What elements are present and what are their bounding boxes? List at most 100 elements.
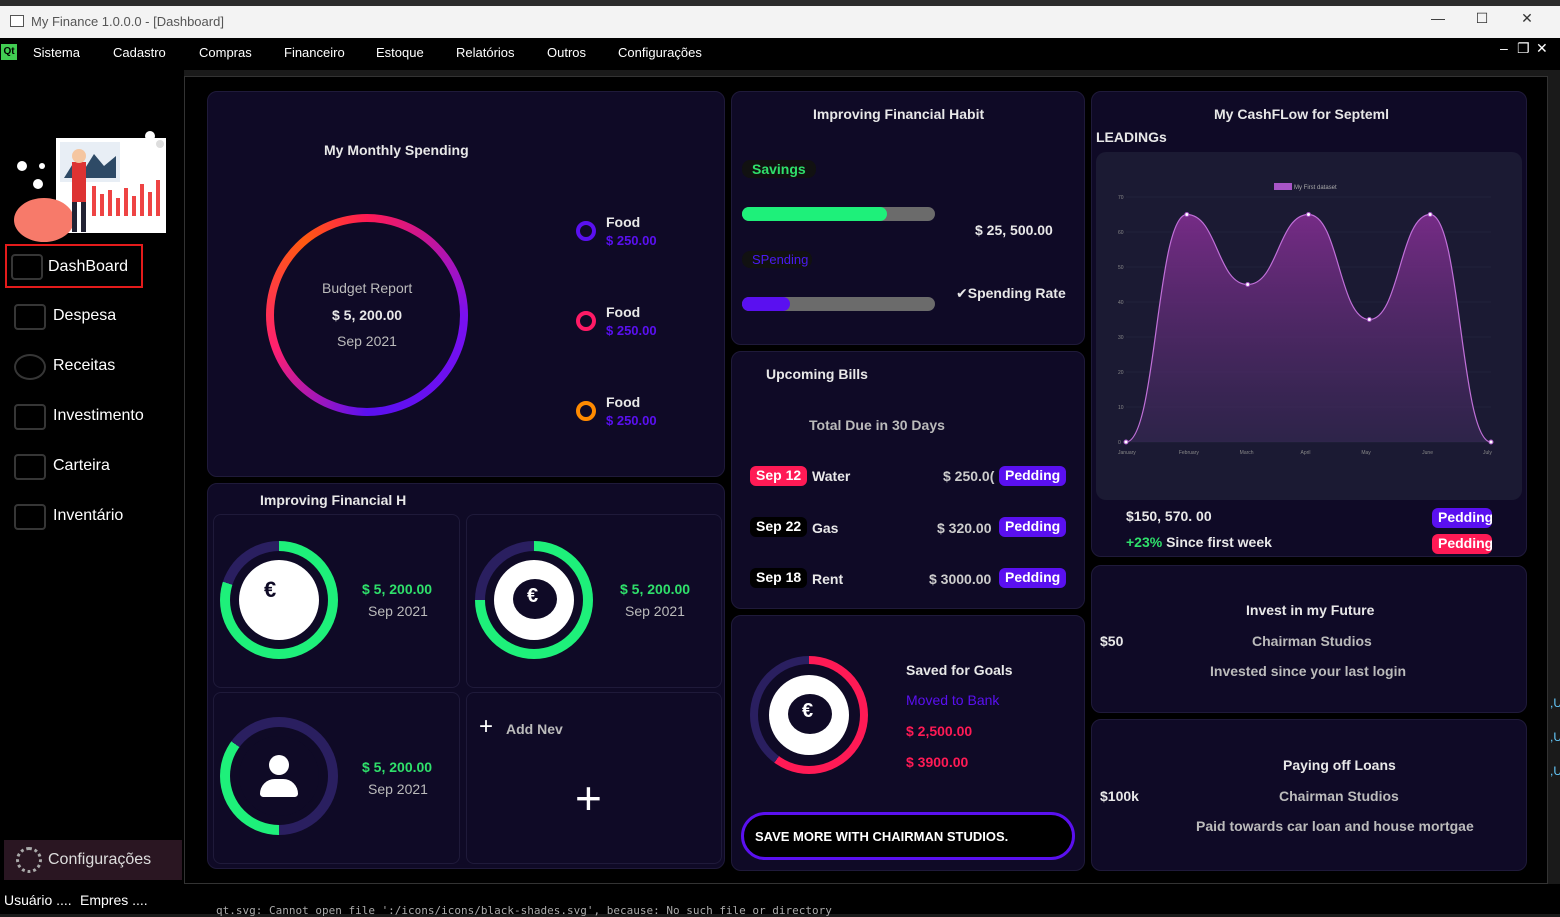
menu-outros[interactable]: Outros — [547, 45, 586, 60]
monthly-spending-title: My Monthly Spending — [324, 142, 469, 158]
y-tick-label: 10 — [1118, 405, 1124, 411]
chart-point — [1184, 212, 1190, 217]
save-more-label: SAVE MORE WITH CHAIRMAN STUDIOS. — [755, 829, 1009, 844]
x-tick-label: March — [1240, 450, 1254, 456]
chart-point — [1123, 439, 1129, 445]
legend-label: Food — [606, 394, 641, 410]
savings-amount: $ 25, 500.00 — [975, 222, 1053, 238]
gear-icon — [16, 847, 42, 873]
legend-amount: $ 250.00 — [606, 323, 657, 338]
chart-legend-label: My First dataset — [1294, 185, 1337, 191]
savings-progress-bar — [742, 207, 935, 221]
y-tick-label: 60 — [1118, 230, 1124, 236]
add-new-label: Add Nev — [506, 721, 563, 737]
y-tick-label: 70 — [1118, 195, 1124, 201]
menu-estoque[interactable]: Estoque — [376, 45, 424, 60]
bill-name: Rent — [812, 571, 844, 587]
sidebar: DashBoard Despesa Receitas Investimento … — [0, 70, 184, 884]
add-new-plus-icon[interactable]: + — [575, 771, 602, 825]
sidebar-item-label: Investimento — [53, 407, 144, 424]
cashflow-title: My CashFLow for Septeml — [1214, 106, 1390, 122]
sidebar-item-configuracoes[interactable]: Configurações — [4, 840, 182, 880]
expense-icon — [14, 304, 46, 330]
upcoming-bills-title: Upcoming Bills — [766, 366, 868, 382]
cashflow-subtitle: LEADINGs — [1096, 129, 1167, 145]
chart-point — [1306, 212, 1311, 217]
goal-date: Sep 2021 — [368, 603, 428, 619]
sidebar-item-receitas[interactable]: Receitas — [10, 346, 180, 386]
goal-card[interactable]: $ 5, 200.00 Sep 2021 — [213, 692, 460, 864]
spending-label: SPending — [742, 251, 812, 268]
bill-amount: $ 3000.00 — [929, 571, 992, 587]
console-output: qt.svg: Cannot open file ':/icons/icons/… — [216, 904, 832, 917]
x-tick-label: June — [1422, 450, 1433, 456]
chart-point — [1366, 317, 1372, 322]
dashboard-icon — [11, 254, 43, 280]
goal-card[interactable]: € $ 5, 200.00 Sep 2021 — [213, 514, 460, 688]
sidebar-item-despesa[interactable]: Despesa — [10, 296, 180, 336]
minimize-button[interactable]: — — [1423, 10, 1453, 32]
sidebar-item-inventario[interactable]: Inventário — [10, 496, 180, 536]
legend-dot-orange — [576, 401, 596, 421]
menu-cadastro[interactable]: Cadastro — [113, 45, 166, 60]
loans-company: Chairman Studios — [1279, 788, 1399, 804]
legend-dot-purple — [576, 221, 596, 241]
invest-note: Invested since your last login — [1210, 663, 1407, 679]
moved-to-bank-label: Moved to Bank — [906, 692, 1000, 708]
status-badge: Pedding — [1432, 534, 1492, 554]
dashboard-main: My Monthly Spending Budget Report $ 5, 2… — [184, 76, 1548, 884]
mdi-minimize-button[interactable]: – — [1500, 40, 1508, 56]
x-tick-label: April — [1301, 450, 1311, 456]
x-tick-label: July — [1483, 450, 1492, 456]
legend-label: Food — [606, 214, 641, 230]
budget-report-label: Budget Report — [322, 280, 413, 296]
legend-label: Food — [606, 304, 641, 320]
terminal-text: ,U — [1550, 764, 1560, 778]
status-user: Usuário .... — [4, 892, 72, 908]
goal-amount: $ 5, 200.00 — [362, 759, 433, 775]
financial-habit-panel: Improving Financial Habit Savings $ 25, … — [731, 91, 1085, 345]
sidebar-item-investimento[interactable]: Investimento — [10, 396, 180, 436]
menu-relatorios[interactable]: Relatórios — [456, 45, 515, 60]
sidebar-item-label: DashBoard — [48, 258, 129, 275]
menu-bar: Qt Sistema Cadastro Compras Financeiro E… — [0, 38, 1560, 70]
close-button[interactable]: ✕ — [1512, 10, 1542, 32]
bill-date: Sep 22 — [750, 517, 808, 537]
background-terminal-edge: ,U ,U ,U — [1548, 76, 1560, 884]
status-bar: Usuário .... Empres .... qt.svg: Cannot … — [0, 884, 1560, 917]
sidebar-item-dashboard[interactable]: DashBoard — [5, 244, 143, 288]
savings-progress-fill — [742, 207, 887, 221]
x-tick-label: May — [1361, 450, 1371, 456]
maximize-button[interactable]: ☐ — [1467, 10, 1497, 32]
add-new-card[interactable]: + Add Nev + — [466, 692, 722, 864]
menu-compras[interactable]: Compras — [199, 45, 252, 60]
euro-hand-icon: € — [264, 577, 277, 602]
window-title: My Finance 1.0.0.0 - [Dashboard] — [31, 14, 224, 29]
save-more-button[interactable]: SAVE MORE WITH CHAIRMAN STUDIOS. — [741, 812, 1075, 860]
bill-name: Water — [812, 468, 851, 484]
menu-configuracoes[interactable]: Configurações — [618, 45, 702, 60]
invest-panel: Invest in my Future $50 Chairman Studios… — [1091, 565, 1527, 713]
menu-financeiro[interactable]: Financeiro — [284, 45, 345, 60]
goal-progress-ring — [220, 717, 338, 835]
goal-card[interactable]: € $ 5, 200.00 Sep 2021 — [466, 514, 722, 688]
invest-company: Chairman Studios — [1252, 633, 1372, 649]
sidebar-item-carteira[interactable]: Carteira — [10, 446, 180, 486]
loans-title: Paying off Loans — [1283, 757, 1396, 773]
cashflow-area-chart: 0 10 20 30 40 50 60 70 January February March April… — [1118, 183, 1494, 456]
sidebar-item-label: Inventário — [53, 507, 124, 524]
cashflow-chart-area: 0 10 20 30 40 50 60 70 January February March April… — [1096, 152, 1522, 500]
growth-percent: +23% — [1126, 534, 1163, 550]
qt-logo-icon: Qt — [1, 44, 17, 60]
terminal-text: ,U — [1550, 696, 1560, 710]
wallet-icon — [14, 454, 46, 480]
goals-progress-ring: € — [750, 656, 868, 774]
financial-habit-title: Improving Financial Habit — [813, 106, 985, 122]
income-icon — [14, 354, 46, 380]
mdi-close-button[interactable]: ✕ — [1536, 40, 1548, 57]
mdi-restore-button[interactable]: ❐ — [1517, 40, 1530, 57]
budget-amount: $ 5, 200.00 — [332, 307, 403, 323]
sidebar-item-label: Despesa — [53, 307, 117, 324]
menu-sistema[interactable]: Sistema — [33, 45, 80, 60]
growth-text: Since first week — [1162, 534, 1272, 550]
